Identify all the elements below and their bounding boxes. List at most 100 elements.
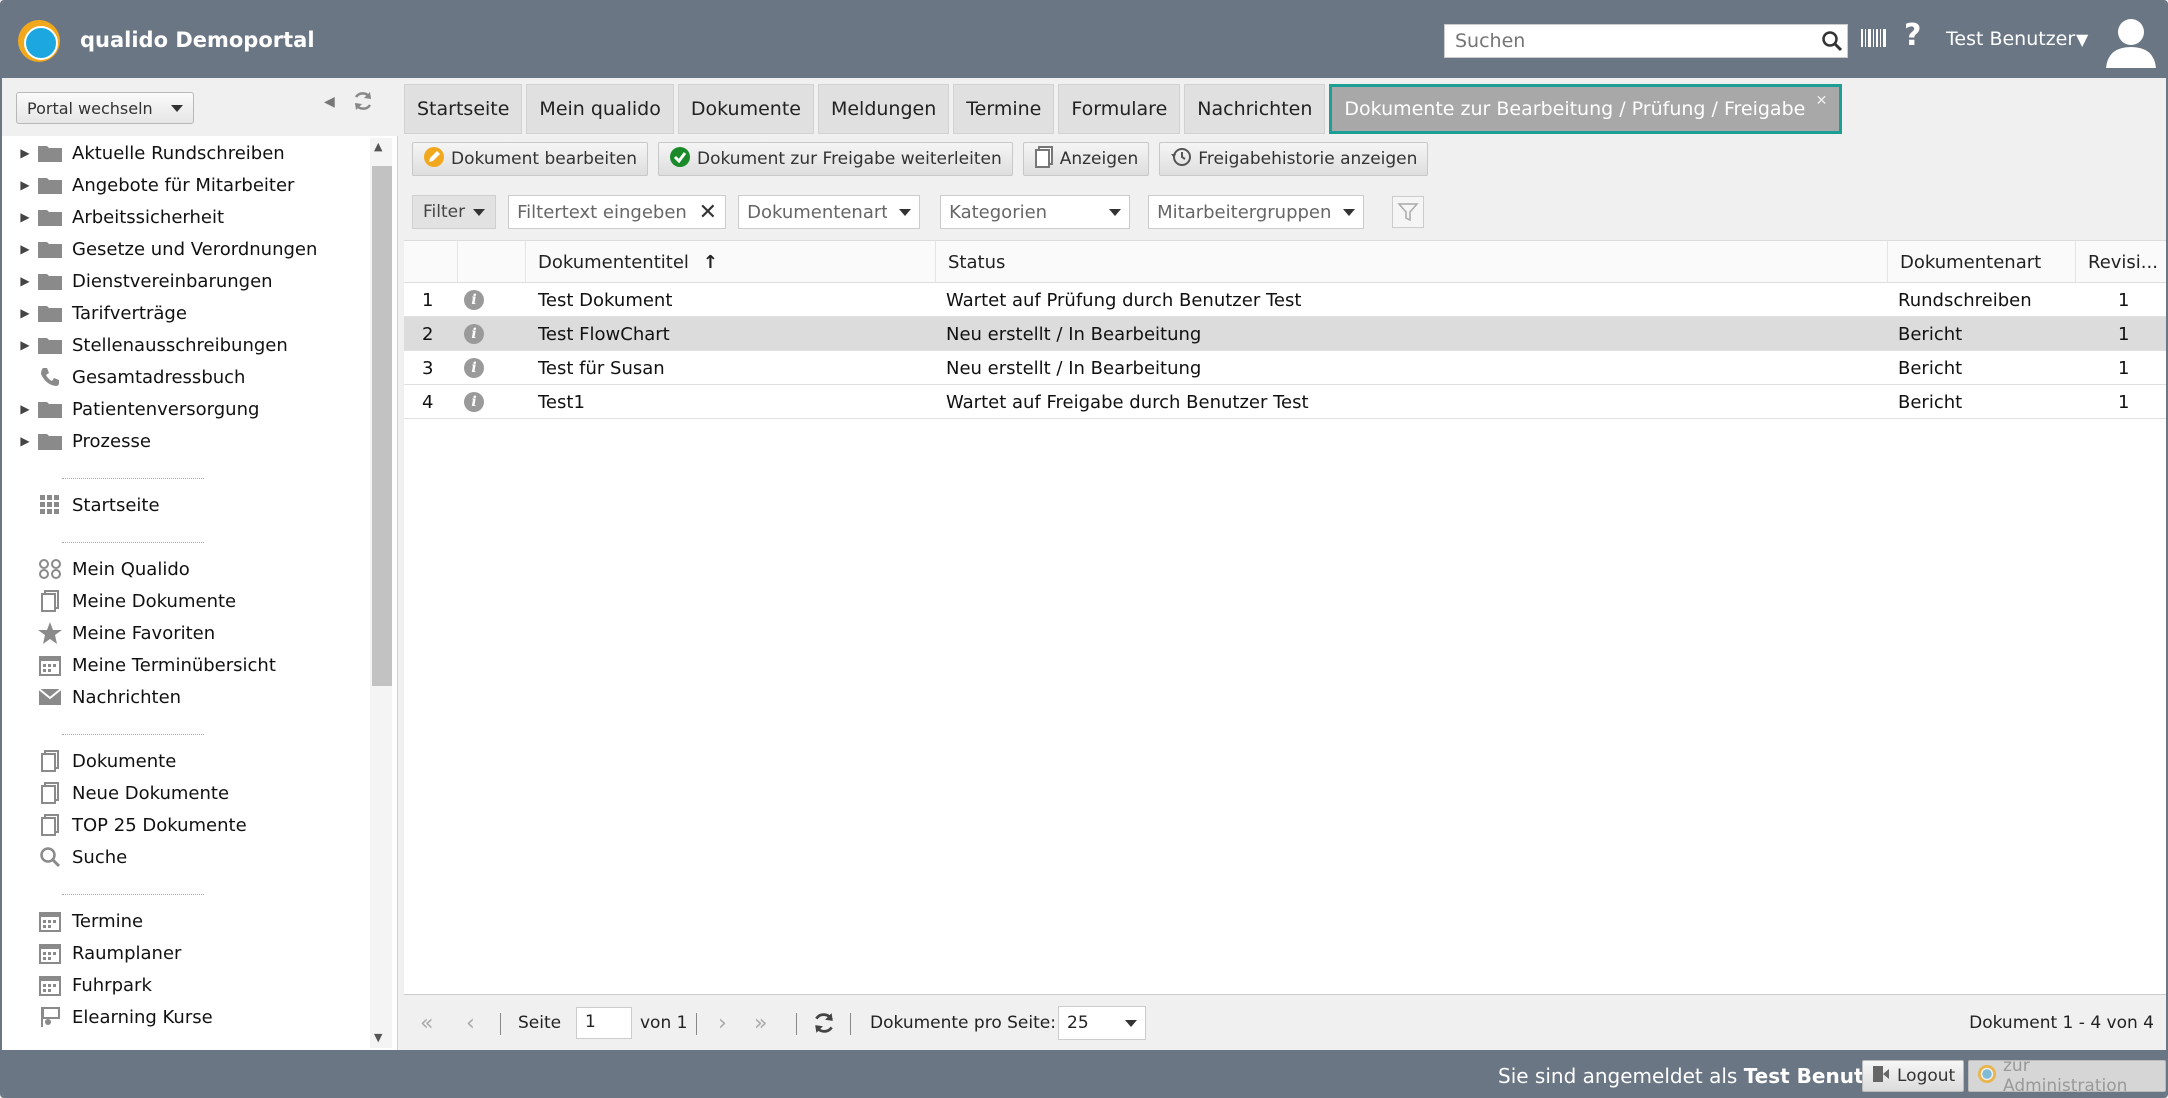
forward-for-approval-button[interactable]: Dokument zur Freigabe weiterleiten <box>657 142 1013 176</box>
last-page-icon[interactable]: » <box>754 995 767 1051</box>
tab-meldungen[interactable]: Meldungen <box>817 84 950 134</box>
refresh-tree-icon[interactable] <box>352 90 374 117</box>
chevron-down-icon <box>473 208 486 216</box>
search-icon[interactable] <box>1817 26 1847 56</box>
column-header-status[interactable]: Status <box>936 241 1888 283</box>
search-input[interactable] <box>1445 26 1817 56</box>
tree-item-label: Dokumente <box>72 750 177 772</box>
sidebar-item-fuhrpark[interactable]: Fuhrpark <box>2 970 152 1000</box>
expand-arrow-icon[interactable]: ▶ <box>14 274 36 288</box>
tree-folder[interactable]: ▶ Gesetze und Verordnungen <box>2 234 317 264</box>
tab-dokumente-bearbeitung[interactable]: Dokumente zur Bearbeitung / Prüfung / Fr… <box>1329 84 1843 134</box>
show-document-button[interactable]: Anzeigen <box>1022 142 1150 176</box>
sidebar-item-startseite[interactable]: Startseite <box>2 490 160 520</box>
page-number-field[interactable]: 1 <box>576 995 632 1051</box>
logout-label: Logout <box>1897 1066 1956 1086</box>
row-index: 4 <box>422 391 434 413</box>
user-avatar-icon[interactable] <box>2104 14 2158 68</box>
categories-select[interactable]: Kategorien <box>940 195 1131 229</box>
sidebar-item-dokumente[interactable]: Dokumente <box>2 746 176 776</box>
sidebar-item-meine-dokumente[interactable]: Meine Dokumente <box>2 586 236 616</box>
administration-button[interactable]: zur Administration <box>1968 1056 2166 1096</box>
tree-folder[interactable]: ▶ Angebote für Mitarbeiter <box>2 170 294 200</box>
info-icon[interactable]: i <box>464 385 484 419</box>
tree-folder[interactable]: ▶ Tarifverträge <box>2 298 187 328</box>
table-row[interactable]: 4 i Test1 Wartet auf Freigabe durch Benu… <box>404 385 2166 419</box>
close-icon[interactable]: ✕ <box>1816 93 1828 109</box>
tree-item-label: Angebote für Mitarbeiter <box>72 174 295 196</box>
tab-formulare[interactable]: Formulare <box>1058 84 1181 134</box>
tree-item-label: Nachrichten <box>72 686 182 708</box>
column-header-type[interactable]: Dokumentenart <box>1888 241 2076 283</box>
scroll-down-arrow-icon[interactable]: ▼ <box>374 1031 382 1044</box>
scrollbar-thumb[interactable] <box>372 166 392 686</box>
sidebar-item-termine[interactable]: Termine <box>2 906 143 936</box>
sidebar-item-meine-terminuebersicht[interactable]: Meine Terminübersicht <box>2 650 276 680</box>
tree-folder[interactable]: ▶ Prozesse <box>2 426 151 456</box>
tree-folder[interactable]: ▶ Aktuelle Rundschreiben <box>2 138 284 168</box>
table-row[interactable]: 1 i Test Dokument Wartet auf Prüfung dur… <box>404 283 2166 317</box>
info-icon[interactable]: i <box>464 283 484 317</box>
expand-arrow-icon[interactable]: ▶ <box>14 210 36 224</box>
user-menu-caret-icon[interactable]: ▼ <box>2076 30 2088 49</box>
help-icon[interactable]: ? <box>1904 18 1921 53</box>
employee-groups-select[interactable]: Mitarbeitergruppen <box>1148 195 1365 229</box>
column-header-revision[interactable]: Revisi... <box>2076 241 2166 283</box>
expand-arrow-icon[interactable]: ▶ <box>14 146 36 160</box>
expand-arrow-icon[interactable]: ▶ <box>14 306 36 320</box>
tree-folder[interactable]: ▶ Arbeitssicherheit <box>2 202 224 232</box>
filter-text-field[interactable]: Filtertext eingeben ✕ <box>508 195 727 229</box>
filter-dropdown-button[interactable]: Filter <box>412 195 497 229</box>
edit-document-button[interactable]: Dokument bearbeiten <box>412 142 648 176</box>
expand-arrow-icon[interactable]: ▶ <box>14 242 36 256</box>
refresh-icon[interactable] <box>812 995 836 1051</box>
collapse-sidebar-icon[interactable]: ◀ <box>324 94 335 110</box>
pencil-icon <box>423 146 445 173</box>
document-type-select[interactable]: Dokumentenarten <box>738 195 921 229</box>
approval-history-button[interactable]: Freigabehistorie anzeigen <box>1159 142 1429 176</box>
expand-arrow-icon[interactable]: ▶ <box>14 402 36 416</box>
tree-item-address-book[interactable]: Gesamtadressbuch <box>2 362 245 392</box>
row-index: 1 <box>422 289 434 311</box>
column-header-title[interactable]: Dokumententitel ↑ <box>526 241 936 283</box>
user-menu-name[interactable]: Test Benutzer <box>1946 28 2075 50</box>
expand-arrow-icon[interactable]: ▶ <box>14 338 36 352</box>
clear-filter-icon[interactable]: ✕ <box>699 200 717 225</box>
tab-startseite[interactable]: Startseite <box>404 84 523 134</box>
table-row-selected[interactable]: 2 i Test FlowChart Neu erstellt / In Bea… <box>404 317 2166 351</box>
tab-nachrichten[interactable]: Nachrichten <box>1184 84 1326 134</box>
sidebar-scrollbar[interactable]: ▲ ▼ <box>370 138 392 1048</box>
tree-folder[interactable]: ▶ Patientenversorgung <box>2 394 259 424</box>
page-number-input[interactable]: 1 <box>576 1007 632 1039</box>
sidebar-item-meine-favoriten[interactable]: Meine Favoriten <box>2 618 215 648</box>
sidebar-item-elearning[interactable]: Elearning Kurse <box>2 1002 213 1032</box>
table-row[interactable]: 3 i Test für Susan Neu erstellt / In Bea… <box>404 351 2166 385</box>
sidebar-item-raumplaner[interactable]: Raumplaner <box>2 938 181 968</box>
funnel-filter-icon[interactable] <box>1392 196 1425 228</box>
qualido-logo-icon[interactable] <box>18 20 60 62</box>
info-icon[interactable]: i <box>464 317 484 351</box>
next-page-icon[interactable]: › <box>718 995 727 1051</box>
per-page-select[interactable]: 25 <box>1058 995 1146 1051</box>
expand-arrow-icon[interactable]: ▶ <box>14 434 36 448</box>
sidebar-item-top25[interactable]: TOP 25 Dokumente <box>2 810 247 840</box>
sidebar-item-suche[interactable]: Suche <box>2 842 127 872</box>
info-icon[interactable]: i <box>464 351 484 385</box>
first-page-icon[interactable]: « <box>420 995 433 1051</box>
sidebar-item-mein-qualido[interactable]: Mein Qualido <box>2 554 190 584</box>
barcode-icon[interactable] <box>1860 28 1888 48</box>
tree-item-label: Dienstvereinbarungen <box>72 270 273 292</box>
expand-arrow-icon[interactable]: ▶ <box>14 178 36 192</box>
logout-button[interactable]: Logout <box>1862 1060 1965 1092</box>
scroll-up-arrow-icon[interactable]: ▲ <box>374 140 382 153</box>
show-document-label: Anzeigen <box>1059 149 1139 169</box>
sidebar-item-nachrichten[interactable]: Nachrichten <box>2 682 181 712</box>
tab-dokumente[interactable]: Dokumente <box>677 84 814 134</box>
tab-mein-qualido[interactable]: Mein qualido <box>526 84 674 134</box>
previous-page-icon[interactable]: ‹ <box>466 995 475 1051</box>
portal-switch-select[interactable]: Portal wechseln <box>16 92 194 124</box>
tree-folder[interactable]: ▶ Dienstvereinbarungen <box>2 266 273 296</box>
sidebar-item-neue-dokumente[interactable]: Neue Dokumente <box>2 778 229 808</box>
tree-folder[interactable]: ▶ Stellenausschreibungen <box>2 330 287 360</box>
tab-termine[interactable]: Termine <box>953 84 1055 134</box>
